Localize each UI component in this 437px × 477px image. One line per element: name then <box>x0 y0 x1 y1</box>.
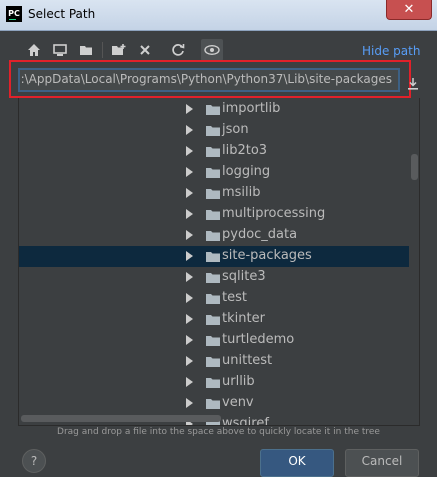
tree-row-label: lib2to3 <box>222 143 268 158</box>
tree-row-label: sqlite3 <box>222 269 266 284</box>
directory-tree[interactable]: wsgiref venv urllib unittest turtledemo tkint… <box>18 98 420 426</box>
folder-icon <box>206 252 220 262</box>
tree-row-label: logging <box>222 164 271 179</box>
delete-icon[interactable] <box>136 41 154 59</box>
expand-arrow-icon[interactable] <box>186 356 193 366</box>
tree-row-multiprocessing[interactable]: multiprocessing <box>19 204 409 225</box>
folder-icon <box>206 315 220 325</box>
horizontal-scrollbar-thumb[interactable] <box>21 415 221 422</box>
expand-arrow-icon[interactable] <box>186 272 193 282</box>
tree-row-label: tkinter <box>222 311 265 326</box>
new-folder-icon[interactable] <box>110 41 128 59</box>
expand-arrow-icon[interactable] <box>186 293 193 303</box>
tree-row-sqlite3[interactable]: sqlite3 <box>19 267 409 288</box>
tree-row-label: test <box>222 290 247 305</box>
tree-row-label: multiprocessing <box>222 206 326 221</box>
expand-arrow-icon[interactable] <box>186 377 193 387</box>
tree-row-lib2to3[interactable]: lib2to3 <box>19 141 409 162</box>
folder-icon <box>206 126 220 136</box>
tree-row-label: urllib <box>222 374 255 389</box>
tree-row-label: turtledemo <box>222 332 295 347</box>
folder-icon <box>206 210 220 220</box>
folder-icon <box>206 273 220 283</box>
toolbar-separator <box>102 42 103 58</box>
expand-arrow-icon[interactable] <box>186 188 193 198</box>
expand-arrow-icon[interactable] <box>186 146 193 156</box>
tree-row-label: msilib <box>222 185 261 200</box>
folder-icon <box>206 336 220 346</box>
tree-row-logging[interactable]: logging <box>19 162 409 183</box>
vertical-scrollbar-thumb[interactable] <box>411 154 418 180</box>
folder-icon <box>206 378 220 388</box>
tree-row-venv[interactable]: venv <box>19 393 409 414</box>
tree-row-label: unittest <box>222 353 273 368</box>
vertical-scrollbar[interactable] <box>409 98 419 425</box>
tree-row-turtledemo[interactable]: turtledemo <box>19 330 409 351</box>
expand-arrow-icon[interactable] <box>186 398 193 408</box>
tree-row-label: importlib <box>222 101 281 116</box>
project-folder-icon[interactable] <box>77 41 95 59</box>
expand-arrow-icon[interactable] <box>186 335 193 345</box>
tree-row-site-packages[interactable]: site-packages <box>19 246 409 267</box>
refresh-icon[interactable] <box>169 41 187 59</box>
folder-icon <box>206 147 220 157</box>
expand-arrow-icon[interactable] <box>186 104 193 114</box>
expand-arrow-icon[interactable] <box>186 314 193 324</box>
expand-arrow-icon[interactable] <box>186 209 193 219</box>
expand-arrow-icon[interactable] <box>186 125 193 135</box>
tree-row-importlib[interactable]: importlib <box>19 99 409 120</box>
show-hidden-files-icon[interactable] <box>201 39 223 61</box>
title-bar: PC Select Path ✕ <box>0 0 437 31</box>
window-title: Select Path <box>28 7 96 21</box>
folder-icon <box>206 231 220 241</box>
folder-icon <box>206 294 220 304</box>
folder-icon <box>206 399 220 409</box>
tree-row-label: json <box>222 122 249 137</box>
expand-arrow-icon[interactable] <box>186 167 193 177</box>
close-button[interactable]: ✕ <box>386 0 432 20</box>
folder-icon <box>206 168 220 178</box>
tree-row-unittest[interactable]: unittest <box>19 351 409 372</box>
download-icon[interactable] <box>407 75 419 90</box>
expand-arrow-icon[interactable] <box>186 230 193 240</box>
desktop-icon[interactable] <box>51 41 69 59</box>
horizontal-scrollbar[interactable] <box>19 413 409 423</box>
folder-icon <box>206 189 220 199</box>
pycharm-app-icon: PC <box>6 6 22 22</box>
drag-drop-hint: Drag and drop a file into the space abov… <box>57 427 380 437</box>
highlight-outline <box>9 60 411 98</box>
tree-row-label: venv <box>222 395 254 410</box>
tree-row-label: site-packages <box>222 248 312 263</box>
toolbar: Hide path <box>0 31 437 63</box>
tree-row-urllib[interactable]: urllib <box>19 372 409 393</box>
tree-row-json[interactable]: json <box>19 120 409 141</box>
home-icon[interactable] <box>25 41 43 59</box>
hide-path-link[interactable]: Hide path <box>362 44 420 58</box>
tree-row-test[interactable]: test <box>19 288 409 309</box>
help-button[interactable]: ? <box>22 449 46 473</box>
folder-icon <box>206 105 220 115</box>
expand-arrow-icon[interactable] <box>186 251 193 261</box>
ok-button[interactable]: OK <box>260 449 334 477</box>
tree-row-pydoc_data[interactable]: pydoc_data <box>19 225 409 246</box>
tree-row-label: pydoc_data <box>222 227 298 242</box>
tree-row-tkinter[interactable]: tkinter <box>19 309 409 330</box>
folder-icon <box>206 357 220 367</box>
cancel-button[interactable]: Cancel <box>345 449 419 477</box>
tree-row-msilib[interactable]: msilib <box>19 183 409 204</box>
